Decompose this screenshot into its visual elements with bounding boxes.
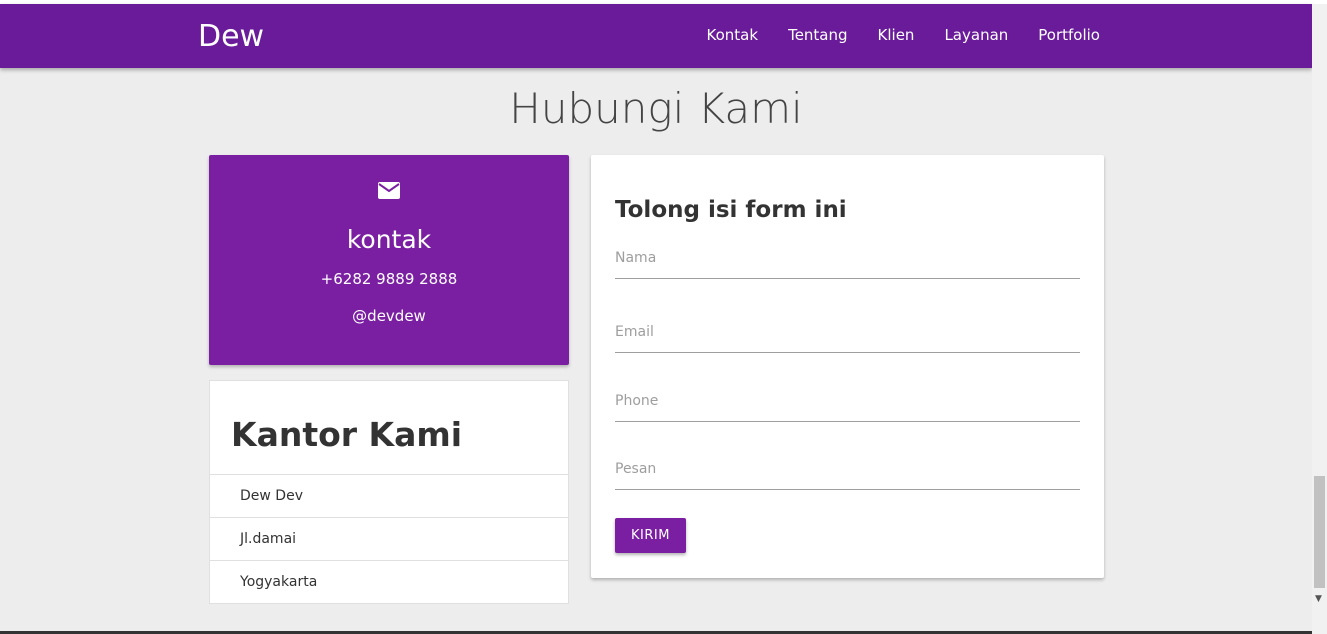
message-input[interactable] xyxy=(615,450,1080,488)
navbar: Dew Kontak Tentang Klien Layanan Portfol… xyxy=(0,4,1312,68)
nav-link-portfolio[interactable]: Portfolio xyxy=(1038,26,1100,44)
nav-link-klien[interactable]: Klien xyxy=(878,26,915,44)
nav-link-tentang[interactable]: Tentang xyxy=(788,26,847,44)
phone-input[interactable] xyxy=(615,382,1080,420)
email-input[interactable] xyxy=(615,313,1080,351)
contact-form: Tolong isi form ini KIRIM xyxy=(591,155,1104,578)
office-item-name: Dew Dev xyxy=(210,474,568,517)
submit-button[interactable]: KIRIM xyxy=(615,518,686,553)
message-field xyxy=(615,450,1080,490)
vertical-scrollbar[interactable]: ▼ xyxy=(1312,4,1327,634)
nav-links: Kontak Tentang Klien Layanan Portfolio xyxy=(677,26,1100,44)
form-title: Tolong isi form ini xyxy=(615,197,847,223)
office-item-street: Jl.damai xyxy=(210,517,568,560)
office-title: Kantor Kami xyxy=(231,415,463,454)
mail-icon xyxy=(378,182,400,199)
contact-phone: +6282 9889 2888 xyxy=(320,270,458,288)
brand-logo[interactable]: Dew xyxy=(198,19,264,54)
office-list: Dew Dev Jl.damai Yogyakarta xyxy=(210,474,568,603)
contact-card: kontak +6282 9889 2888 @devdew xyxy=(209,155,569,365)
office-item-city: Yogyakarta xyxy=(210,560,568,603)
scroll-down-arrow-icon[interactable]: ▼ xyxy=(1315,594,1322,604)
page-title: Hubungi Kami xyxy=(509,84,803,133)
scrollbar-thumb[interactable] xyxy=(1314,476,1325,588)
office-card: Kantor Kami Dew Dev Jl.damai Yogyakarta xyxy=(209,380,569,604)
email-field xyxy=(615,313,1080,353)
name-input[interactable] xyxy=(615,239,1080,277)
contact-title: kontak xyxy=(346,225,432,254)
nav-link-kontak[interactable]: Kontak xyxy=(707,26,759,44)
phone-field xyxy=(615,382,1080,422)
contact-social: @devdew xyxy=(352,307,426,325)
nav-link-layanan[interactable]: Layanan xyxy=(944,26,1008,44)
name-field xyxy=(615,239,1080,279)
